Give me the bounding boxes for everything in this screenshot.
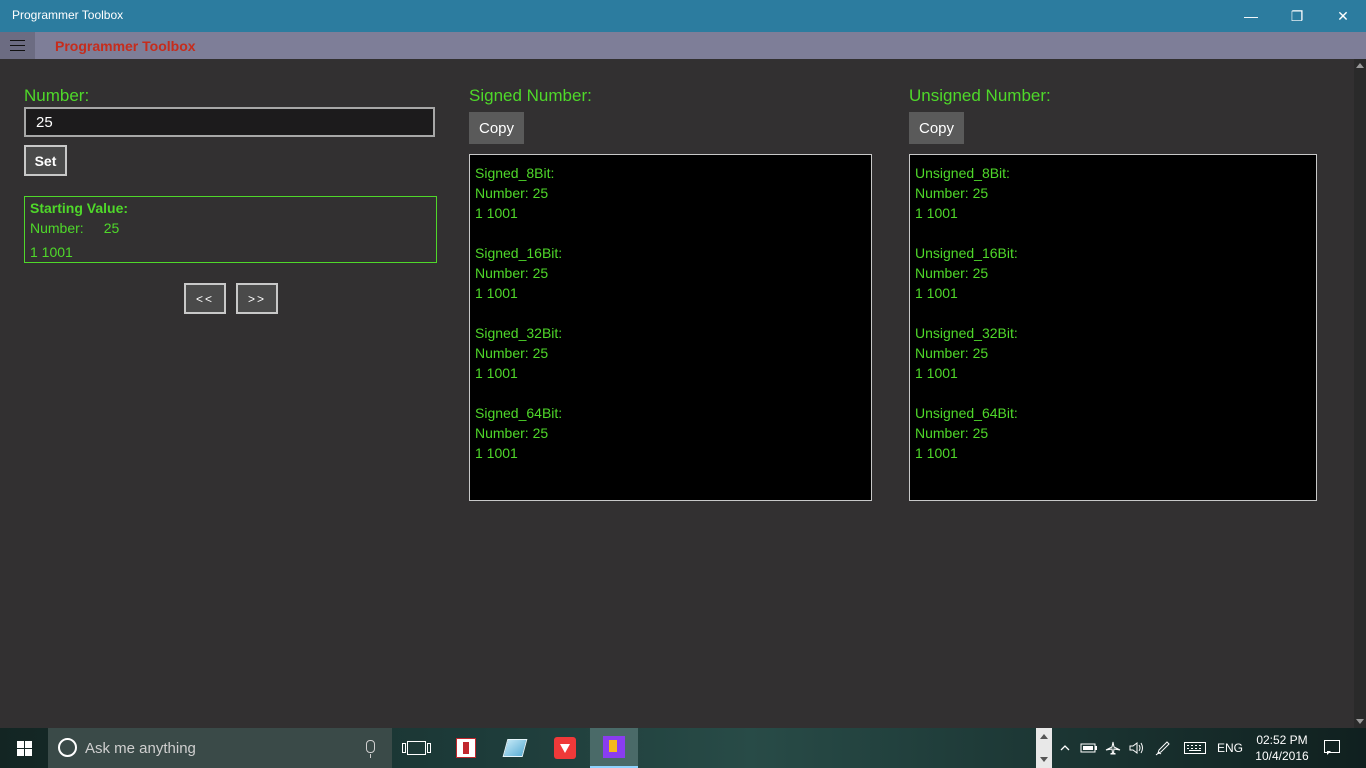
cortana-icon [58, 738, 77, 757]
hamburger-icon [10, 40, 25, 51]
signed-block: Signed_16Bit: Number: 25 1 1001 [475, 243, 866, 303]
signed-number-label: Signed Number: [469, 86, 592, 105]
programmer-toolbox-icon [603, 736, 625, 758]
signed-block-name: Signed_8Bit: [475, 165, 555, 181]
unsigned-block-binary: 1 1001 [915, 285, 958, 301]
number-input[interactable] [24, 107, 435, 137]
copy-signed-button[interactable]: Copy [469, 112, 524, 144]
vivaldi-icon [554, 737, 576, 759]
signed-block-binary: 1 1001 [475, 365, 518, 381]
minimize-icon: — [1244, 8, 1258, 24]
scroll-down-icon[interactable] [1356, 719, 1364, 724]
number-label: Number: [24, 86, 90, 105]
previous-button[interactable]: << [184, 283, 226, 314]
taskbar-app-1[interactable] [442, 728, 490, 768]
clock-date: 10/4/2016 [1255, 749, 1309, 763]
windows-logo-icon [16, 740, 32, 756]
page-scrollbar[interactable] [1354, 59, 1366, 728]
taskbar-vivaldi[interactable] [541, 728, 589, 768]
start-button[interactable] [0, 728, 48, 768]
signed-block-name: Signed_64Bit: [475, 405, 563, 421]
language-indicator[interactable]: ENG [1212, 728, 1248, 768]
signed-block: Signed_32Bit: Number: 25 1 1001 [475, 323, 866, 383]
taskbar-programmer-toolbox[interactable] [590, 728, 638, 768]
unsigned-block-number: Number: 25 [915, 185, 989, 201]
unsigned-block: Unsigned_32Bit: Number: 25 1 1001 [915, 323, 1311, 383]
signed-block: Signed_64Bit: Number: 25 1 1001 [475, 403, 866, 463]
microphone-icon[interactable] [366, 740, 375, 758]
next-button[interactable]: >> [236, 283, 278, 314]
window-titlebar: Programmer Toolbox — ❐ ✕ [0, 0, 1366, 32]
window-title: Programmer Toolbox [12, 8, 124, 22]
app-i-icon [456, 738, 476, 758]
close-icon: ✕ [1337, 7, 1349, 24]
taskbar-app-2[interactable] [491, 728, 539, 768]
restore-icon: ❐ [1290, 7, 1304, 24]
unsigned-block: Unsigned_16Bit: Number: 25 1 1001 [915, 243, 1311, 303]
chevron-up-icon[interactable] [1056, 728, 1074, 768]
signed-block-number: Number: 25 [475, 345, 549, 361]
battery-icon[interactable] [1078, 728, 1100, 768]
unsigned-block: Unsigned_8Bit: Number: 25 1 1001 [915, 163, 1311, 223]
unsigned-block-number: Number: 25 [915, 425, 989, 441]
app-glass-icon [502, 739, 528, 757]
copy-unsigned-button[interactable]: Copy [909, 112, 964, 144]
unsigned-block-binary: 1 1001 [915, 445, 958, 461]
starting-value-box: Starting Value: Number: 25 1 1001 [24, 196, 437, 263]
unsigned-block-name: Unsigned_64Bit: [915, 405, 1018, 421]
unsigned-block-name: Unsigned_8Bit: [915, 165, 1010, 181]
signed-block-binary: 1 1001 [475, 285, 518, 301]
signed-block-number: Number: 25 [475, 265, 549, 281]
minimize-button[interactable]: — [1228, 0, 1274, 32]
pen-icon[interactable] [1152, 728, 1174, 768]
keyboard-icon[interactable] [1182, 728, 1208, 768]
tray-scrollbar[interactable] [1036, 728, 1052, 768]
signed-block: Signed_8Bit: Number: 25 1 1001 [475, 163, 866, 223]
tray-scroll-down-icon[interactable] [1040, 757, 1048, 762]
close-button[interactable]: ✕ [1320, 0, 1366, 32]
unsigned-block-binary: 1 1001 [915, 365, 958, 381]
starting-value-number-row: Number: 25 [30, 220, 431, 236]
starting-value-binary: 1 1001 [30, 244, 73, 260]
signed-block-binary: 1 1001 [475, 445, 518, 461]
unsigned-output-box[interactable]: Unsigned_8Bit: Number: 25 1 1001 Unsigne… [909, 154, 1317, 501]
unsigned-block-number: Number: 25 [915, 345, 989, 361]
signed-output-box[interactable]: Signed_8Bit: Number: 25 1 1001 Signed_16… [469, 154, 872, 501]
unsigned-block-name: Unsigned_32Bit: [915, 325, 1018, 341]
cortana-search-box[interactable]: Ask me anything [48, 728, 392, 768]
scroll-up-icon[interactable] [1356, 63, 1364, 68]
unsigned-number-label: Unsigned Number: [909, 86, 1051, 105]
app-title: Programmer Toolbox [55, 38, 196, 54]
restore-button[interactable]: ❐ [1274, 0, 1320, 32]
unsigned-block: Unsigned_64Bit: Number: 25 1 1001 [915, 403, 1311, 463]
unsigned-block-number: Number: 25 [915, 265, 989, 281]
task-view-button[interactable] [392, 728, 440, 768]
set-button[interactable]: Set [24, 145, 67, 176]
app-header: Programmer Toolbox [0, 32, 1366, 59]
menu-button[interactable] [0, 32, 35, 59]
signed-block-name: Signed_16Bit: [475, 245, 563, 261]
unsigned-block-name: Unsigned_16Bit: [915, 245, 1018, 261]
action-center-icon[interactable] [1324, 740, 1340, 755]
starting-number-value: 25 [103, 220, 120, 236]
airplane-icon[interactable] [1102, 728, 1124, 768]
starting-value-heading: Starting Value: [30, 200, 129, 216]
volume-icon[interactable] [1126, 728, 1148, 768]
taskbar: Ask me anything ENG 02:52 PM 10/4/2016 [0, 728, 1366, 768]
signed-block-binary: 1 1001 [475, 205, 518, 221]
search-placeholder: Ask me anything [85, 740, 196, 757]
clock-time: 02:52 PM [1256, 733, 1308, 747]
signed-block-number: Number: 25 [475, 185, 549, 201]
signed-block-number: Number: 25 [475, 425, 549, 441]
task-view-icon [401, 741, 431, 755]
signed-block-name: Signed_32Bit: [475, 325, 563, 341]
tray-scroll-up-icon[interactable] [1040, 734, 1048, 739]
taskbar-clock[interactable]: 02:52 PM 10/4/2016 [1252, 732, 1312, 764]
starting-number-label: Number: [30, 220, 84, 236]
unsigned-block-binary: 1 1001 [915, 205, 958, 221]
